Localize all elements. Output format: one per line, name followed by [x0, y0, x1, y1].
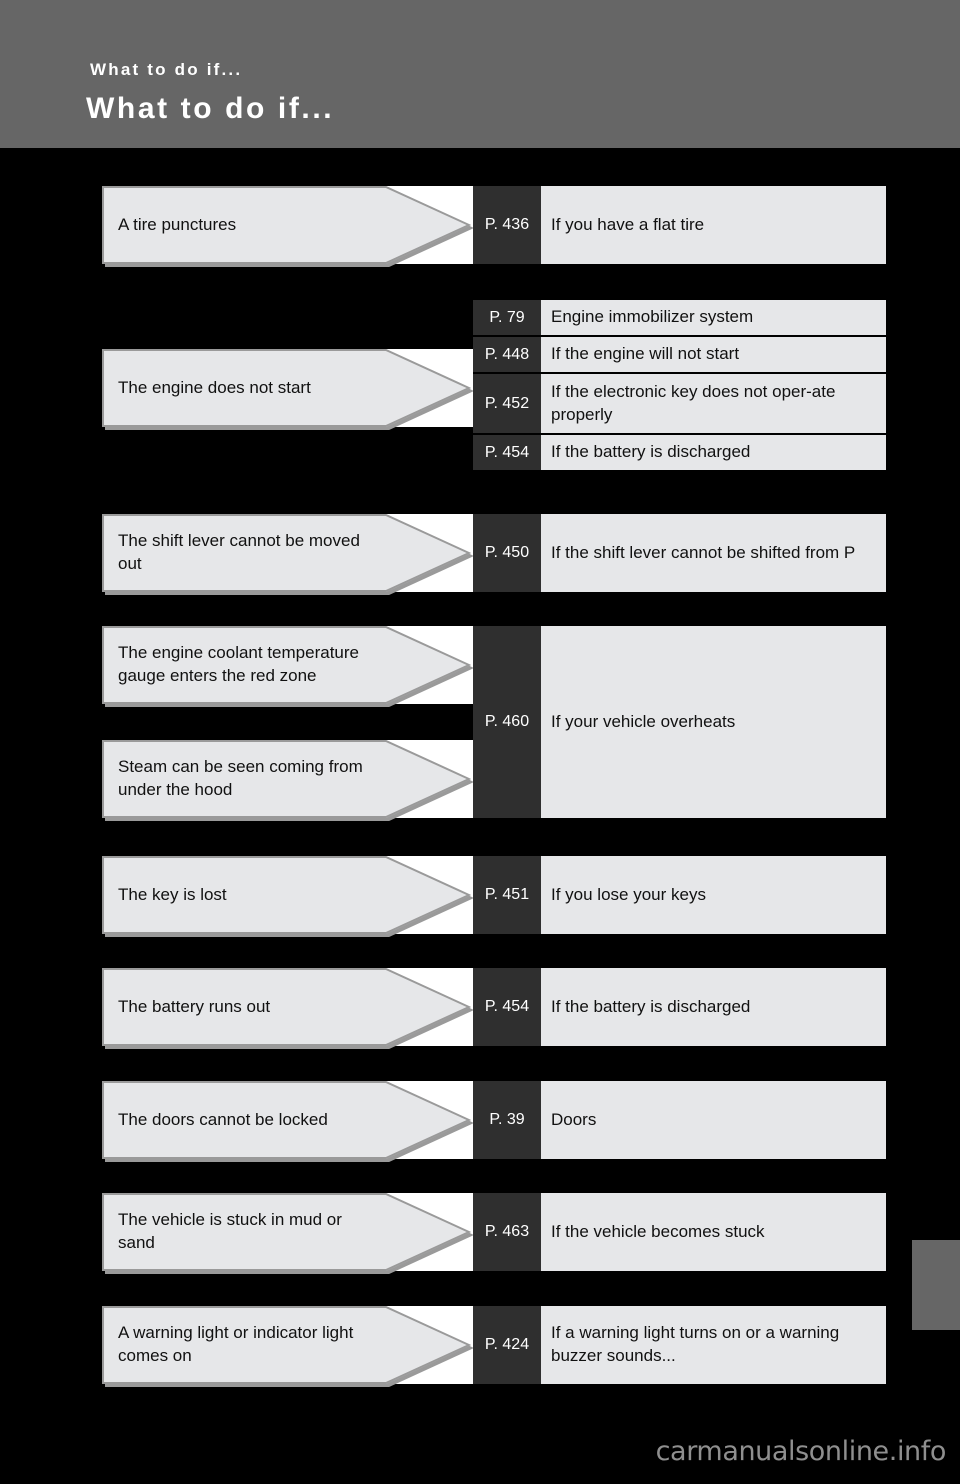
section-thumb-tab	[912, 1240, 960, 1330]
reference-label: If the electronic key does not oper-​ate…	[551, 381, 836, 424]
page-ref-chip[interactable]: P. 448	[473, 337, 541, 372]
symptom-row: A warning light or indicator light comes…	[0, 1306, 960, 1387]
page-ref-label: P. 448	[484, 345, 530, 363]
reference-panel[interactable]: If you have a flat tire	[541, 186, 886, 264]
page-ref-label: P. 452	[484, 394, 530, 412]
symptom-label: The battery runs out	[118, 996, 271, 1016]
reference-label: If you lose your keys	[551, 884, 706, 904]
reference-label: If the vehicle becomes stuck	[551, 1221, 765, 1241]
symptom-callout[interactable]: The doors cannot be locked	[102, 1081, 474, 1162]
reference-label: If the battery is discharged	[551, 996, 751, 1016]
symptom-callout[interactable]: Steam can be seen coming from under the …	[102, 740, 474, 821]
page-title: What to do if...	[86, 92, 335, 125]
symptom-callout[interactable]: The engine does not start	[102, 349, 474, 430]
content-sheet: A tire punctures P. 436 If you have a fl…	[0, 148, 960, 1484]
symptom-callout[interactable]: The key is lost	[102, 856, 474, 937]
symptom-callout[interactable]: The shift lever cannot be moved out	[102, 514, 474, 595]
reference-panel[interactable]: If a warning light turns on or a warning…	[541, 1306, 886, 1384]
symptom-row: A tire punctures P. 436 If you have a fl…	[0, 186, 960, 267]
page-ref-chip[interactable]: P. 452	[473, 374, 541, 433]
reference-panel[interactable]: If you lose your keys	[541, 856, 886, 934]
symptom-label: The shift lever cannot be moved out	[118, 531, 360, 573]
symptom-callout[interactable]: The engine coolant temperature gauge ent…	[102, 626, 474, 707]
reference-label: If the battery is discharged	[551, 442, 751, 462]
page-ref-chip[interactable]: P. 451	[473, 856, 541, 934]
symptom-label: The vehicle is stuck in mud or sand	[118, 1210, 342, 1252]
page-ref-chip[interactable]: P. 39	[473, 1081, 541, 1159]
symptom-label: The engine coolant temperature gauge ent…	[118, 643, 359, 685]
page-ref-chip[interactable]: P. 424	[473, 1306, 541, 1384]
reference-panel[interactable]: Doors	[541, 1081, 886, 1159]
page-ref-label: P. 450	[484, 544, 530, 561]
reference-label: If the engine will not start	[551, 344, 740, 364]
reference-panel[interactable]: If the vehicle becomes stuck	[541, 1193, 886, 1271]
symptom-label: A warning light or indicator light comes…	[118, 1323, 354, 1365]
page-ref-label: P. 454	[484, 998, 530, 1015]
reference-label: Engine immobilizer system	[551, 307, 754, 327]
reference-panel[interactable]: If the battery is discharged	[541, 968, 886, 1046]
page-ref-chip[interactable]: P. 460	[473, 626, 541, 818]
site-watermark: carmanualsonline.info	[655, 1436, 947, 1467]
reference-panel[interactable]: If the engine will not start	[541, 337, 886, 372]
page-ref-label: P. 451	[484, 886, 530, 903]
page-ref-label: P. 460	[484, 713, 530, 730]
symptom-row: The doors cannot be locked P. 39 Doors	[0, 1081, 960, 1162]
header-kicker: What to do if...	[90, 60, 243, 79]
reference-label: If the shift lever cannot be shifted fro…	[551, 542, 856, 562]
page-ref-label: P. 463	[484, 1223, 530, 1240]
reference-panel[interactable]: If the electronic key does not oper-​ate…	[541, 374, 886, 433]
symptom-callout[interactable]: A tire punctures	[102, 186, 474, 267]
symptom-row: The engine coolant temperature gauge ent…	[0, 626, 960, 821]
reference-label: Doors	[551, 1109, 597, 1129]
page-ref-chip[interactable]: P. 454	[473, 968, 541, 1046]
page-ref-chip[interactable]: P. 454	[473, 435, 541, 470]
page-ref-chip[interactable]: P. 450	[473, 514, 541, 592]
page-header: What to do if... What to do if...	[0, 0, 960, 148]
reference-panel[interactable]: If the battery is discharged	[541, 435, 886, 470]
page-ref-label: P. 454	[484, 443, 530, 461]
symptom-label: Steam can be seen coming from under the …	[118, 757, 363, 799]
page-ref-label: P. 39	[489, 1111, 525, 1128]
symptom-label: A tire punctures	[118, 214, 237, 234]
symptom-row: The engine does not start P. 79 Engine i…	[0, 300, 960, 472]
symptom-label: The doors cannot be locked	[118, 1109, 328, 1129]
symptom-row: The vehicle is stuck in mud or sand P. 4…	[0, 1193, 960, 1274]
reference-panel[interactable]: Engine immobilizer system	[541, 300, 886, 335]
reference-label: If a warning light turns on or a warning…	[551, 1323, 840, 1365]
symptom-callout[interactable]: The vehicle is stuck in mud or sand	[102, 1193, 474, 1274]
page-ref-label: P. 436	[484, 216, 530, 233]
symptom-row: The shift lever cannot be moved out P. 4…	[0, 514, 960, 595]
symptom-callout[interactable]: A warning light or indicator light comes…	[102, 1306, 474, 1387]
symptom-callout[interactable]: The battery runs out	[102, 968, 474, 1049]
reference-label: If you have a flat tire	[551, 214, 705, 234]
reference-panel[interactable]: If your vehicle overheats	[541, 626, 886, 818]
symptom-row: The key is lost P. 451 If you lose your …	[0, 856, 960, 937]
page-ref-chip[interactable]: P. 79	[473, 300, 541, 335]
reference-panel[interactable]: If the shift lever cannot be shifted fro…	[541, 514, 886, 592]
symptom-label: The engine does not start	[118, 377, 311, 397]
symptom-row: The battery runs out P. 454 If the batte…	[0, 968, 960, 1049]
page-ref-chip[interactable]: P. 436	[473, 186, 541, 264]
reference-label: If your vehicle overheats	[551, 711, 736, 731]
symptom-label: The key is lost	[118, 884, 227, 904]
page-ref-label: P. 79	[489, 308, 525, 326]
page-ref-chip[interactable]: P. 463	[473, 1193, 541, 1271]
page-ref-label: P. 424	[484, 1336, 530, 1353]
